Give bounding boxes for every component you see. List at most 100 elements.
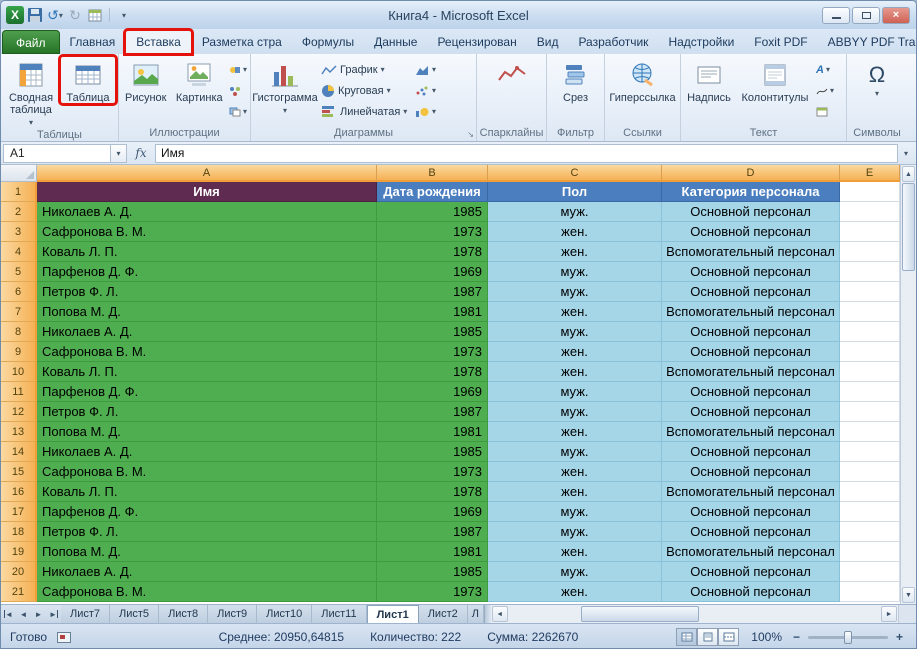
sheet-tab-3[interactable]: Лист9: [208, 605, 257, 623]
line-chart-button[interactable]: График ▾: [318, 59, 412, 80]
cell[interactable]: Николаев А. Д.: [37, 202, 377, 222]
cell[interactable]: 1981: [377, 542, 488, 562]
cell[interactable]: [840, 462, 900, 482]
excel-logo-icon[interactable]: X: [6, 5, 24, 25]
zoom-level[interactable]: 100%: [751, 630, 782, 644]
cell[interactable]: 1987: [377, 282, 488, 302]
signature-line-button[interactable]: ▾: [814, 82, 836, 100]
cell[interactable]: [840, 302, 900, 322]
cell[interactable]: 1969: [377, 262, 488, 282]
cell[interactable]: [840, 222, 900, 242]
cell[interactable]: Имя: [37, 182, 377, 202]
ribbon-tab-1[interactable]: Главная: [60, 31, 126, 54]
scatter-chart-button[interactable]: ▾: [412, 80, 456, 101]
cell[interactable]: [840, 482, 900, 502]
cell[interactable]: [840, 582, 900, 602]
row-header-18[interactable]: 18: [1, 522, 37, 542]
column-header-B[interactable]: B: [377, 165, 488, 182]
vertical-scrollbar[interactable]: ▲ ▼: [900, 165, 916, 604]
histogram-button[interactable]: Гистограмма ▾: [252, 56, 318, 116]
ribbon-tab-9[interactable]: Надстройки: [658, 31, 744, 54]
scroll-left-button[interactable]: ◄: [492, 606, 508, 622]
normal-view-button[interactable]: [676, 628, 697, 646]
sheet-tab-8[interactable]: Л: [468, 605, 484, 623]
cell[interactable]: 1981: [377, 302, 488, 322]
cell[interactable]: [840, 242, 900, 262]
cell[interactable]: Попова М. Д.: [37, 542, 377, 562]
cell[interactable]: жен.: [488, 302, 662, 322]
cell[interactable]: Николаев А. Д.: [37, 442, 377, 462]
cell[interactable]: Парфенов Д. Ф.: [37, 502, 377, 522]
row-header-14[interactable]: 14: [1, 442, 37, 462]
zoom-out-button[interactable]: −: [790, 630, 803, 644]
ribbon-tab-6[interactable]: Рецензирован: [427, 31, 526, 54]
area-chart-button[interactable]: ▾: [412, 59, 456, 80]
column-header-C[interactable]: C: [488, 165, 662, 182]
row-header-5[interactable]: 5: [1, 262, 37, 282]
cell[interactable]: Основной персонал: [662, 222, 840, 242]
cell[interactable]: [840, 262, 900, 282]
cell[interactable]: Вспомогательный персонал: [662, 542, 840, 562]
cell[interactable]: Сафронова В. М.: [37, 342, 377, 362]
cell[interactable]: жен.: [488, 462, 662, 482]
cell[interactable]: [840, 322, 900, 342]
pivot-table-button[interactable]: Сводная таблица▾: [2, 56, 60, 128]
cell[interactable]: муж.: [488, 502, 662, 522]
cell[interactable]: Петров Ф. Л.: [37, 282, 377, 302]
insert-function-button[interactable]: fx: [127, 144, 155, 163]
row-header-13[interactable]: 13: [1, 422, 37, 442]
minimize-button[interactable]: [822, 7, 850, 24]
cell[interactable]: 1985: [377, 442, 488, 462]
sparkline-button[interactable]: [482, 56, 542, 90]
scroll-down-button[interactable]: ▼: [902, 587, 915, 603]
file-tab[interactable]: Файл: [2, 30, 60, 54]
row-header-17[interactable]: 17: [1, 502, 37, 522]
cell[interactable]: Вспомогательный персонал: [662, 362, 840, 382]
cell[interactable]: муж.: [488, 382, 662, 402]
cell[interactable]: жен.: [488, 222, 662, 242]
slicer-button[interactable]: Срез: [551, 56, 601, 104]
vertical-scroll-thumb[interactable]: [902, 183, 915, 271]
redo-button[interactable]: ↻: [66, 5, 84, 25]
ribbon-tab-7[interactable]: Вид: [527, 31, 569, 54]
cell[interactable]: Петров Ф. Л.: [37, 402, 377, 422]
row-header-4[interactable]: 4: [1, 242, 37, 262]
cell[interactable]: Основной персонал: [662, 462, 840, 482]
table-button[interactable]: Таблица: [60, 56, 116, 104]
cell[interactable]: Основной персонал: [662, 502, 840, 522]
cell[interactable]: Основной персонал: [662, 442, 840, 462]
cell[interactable]: Коваль Л. П.: [37, 242, 377, 262]
screenshot-button[interactable]: ▾: [227, 103, 249, 121]
scroll-right-button[interactable]: ►: [881, 606, 897, 622]
row-header-19[interactable]: 19: [1, 542, 37, 562]
close-button[interactable]: ×: [882, 7, 910, 24]
cell[interactable]: 1973: [377, 462, 488, 482]
row-header-7[interactable]: 7: [1, 302, 37, 322]
ribbon-tab-2[interactable]: Вставка: [125, 30, 192, 54]
cell[interactable]: Категория персонала: [662, 182, 840, 202]
cell[interactable]: [840, 542, 900, 562]
row-header-10[interactable]: 10: [1, 362, 37, 382]
row-header-3[interactable]: 3: [1, 222, 37, 242]
formula-input[interactable]: Имя: [155, 144, 898, 163]
cell[interactable]: жен.: [488, 362, 662, 382]
cell[interactable]: 1973: [377, 222, 488, 242]
cell[interactable]: жен.: [488, 342, 662, 362]
cell[interactable]: Основной персонал: [662, 342, 840, 362]
first-sheet-button[interactable]: ◄: [1, 605, 16, 623]
cell[interactable]: 1969: [377, 382, 488, 402]
cell[interactable]: [840, 202, 900, 222]
cell[interactable]: 1981: [377, 422, 488, 442]
cell[interactable]: Основной персонал: [662, 522, 840, 542]
cell[interactable]: жен.: [488, 582, 662, 602]
column-header-D[interactable]: D: [662, 165, 840, 182]
sheet-tab-7[interactable]: Лист2: [419, 605, 468, 623]
name-box-dropdown[interactable]: ▾: [111, 144, 127, 163]
column-header-A[interactable]: A: [37, 165, 377, 182]
cell[interactable]: муж.: [488, 262, 662, 282]
wordart-button[interactable]: А▾: [814, 61, 836, 79]
cell[interactable]: Парфенов Д. Ф.: [37, 262, 377, 282]
cell[interactable]: Попова М. Д.: [37, 302, 377, 322]
row-header-20[interactable]: 20: [1, 562, 37, 582]
column-header-E[interactable]: E: [840, 165, 900, 182]
